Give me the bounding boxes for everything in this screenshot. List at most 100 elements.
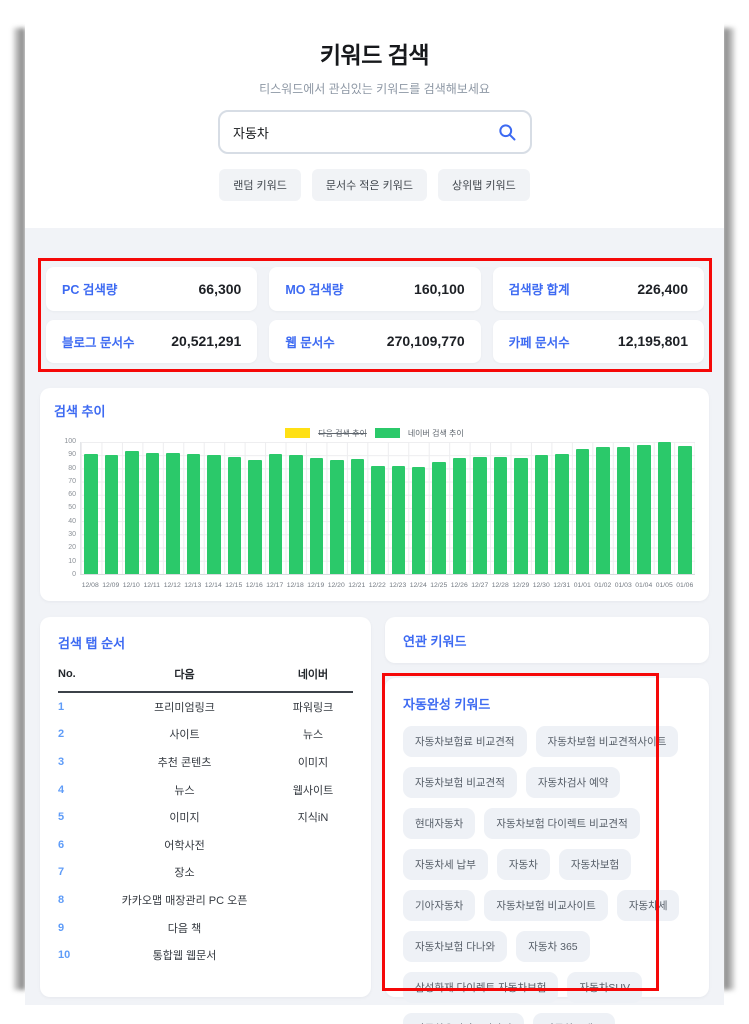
- table-row: 9다음 책: [58, 914, 353, 942]
- naver-trend-bar: [84, 454, 98, 574]
- autocomplete-keyword-chip[interactable]: 자동차보험 다이렉트 비교견적: [484, 808, 639, 839]
- naver-trend-bar: [146, 453, 160, 574]
- autocomplete-chip-list: 자동차보험료 비교견적 자동차보험 비교견적사이트자동차보험 비교견적 자동차검사 …: [403, 726, 691, 1024]
- autocomplete-keywords-card: 자동완성 키워드 자동차보험료 비교견적 자동차보험 비교견적사이트자동차보험 비…: [385, 678, 709, 997]
- naver-tab-cell: 웹사이트: [273, 782, 353, 798]
- naver-trend-bar: [432, 462, 446, 574]
- autocomplete-keyword-chip[interactable]: 자동차세 납부: [403, 849, 488, 880]
- autocomplete-keyword-chip[interactable]: 자동차세: [617, 890, 680, 921]
- stat-value: 270,109,770: [387, 333, 465, 349]
- y-tick-label: 90: [68, 451, 76, 458]
- naver-tab-cell: 이미지: [273, 754, 353, 770]
- autocomplete-keyword-chip[interactable]: 자동차보험 비교사이트: [484, 890, 608, 921]
- naver-trend-bar: [289, 455, 303, 574]
- bar-slot: [531, 442, 551, 574]
- x-tick-label: 12/13: [183, 582, 204, 589]
- bar-slot: [327, 442, 347, 574]
- y-tick-label: 40: [68, 518, 76, 525]
- autocomplete-keyword-chip[interactable]: 자동차보험: [559, 849, 631, 880]
- naver-trend-bar: [658, 442, 672, 574]
- related-keywords-title: 연관 키워드: [403, 631, 691, 650]
- x-tick-label: 01/02: [593, 582, 614, 589]
- autocomplete-keyword-chip[interactable]: 자동차보험 비교견적: [403, 767, 517, 798]
- naver-tab-cell: 뉴스: [273, 726, 353, 742]
- table-row: 2사이트뉴스: [58, 721, 353, 749]
- x-tick-label: 12/22: [367, 582, 388, 589]
- stat-card: 블로그 문서수20,521,291: [46, 320, 257, 364]
- column-header-daum: 다음: [96, 666, 273, 682]
- search-input[interactable]: [233, 125, 497, 140]
- x-tick-label: 12/11: [142, 582, 163, 589]
- stat-value: 160,100: [414, 281, 465, 297]
- legend-swatch[interactable]: [285, 428, 310, 438]
- bar-slot: [593, 442, 613, 574]
- bar-slot: [224, 442, 244, 574]
- legend-swatch[interactable]: [375, 428, 400, 438]
- bar-slot: [347, 442, 367, 574]
- x-tick-label: 12/28: [490, 582, 511, 589]
- stat-value: 226,400: [637, 281, 688, 297]
- autocomplete-keyword-chip[interactable]: 자동차검사 예약: [526, 767, 621, 798]
- bar-slot: [388, 442, 408, 574]
- autocomplete-keyword-chip[interactable]: 기아자동차: [403, 890, 475, 921]
- autocomplete-keyword-chip[interactable]: 자동차유리막코팅가격: [403, 1013, 524, 1024]
- autocomplete-keyword-chip[interactable]: 자동차보험료 비교견적: [403, 726, 527, 757]
- quick-keyword-button[interactable]: 문서수 적은 키워드: [312, 169, 427, 201]
- daum-tab-cell: 카카오맵 매장관리 PC 오픈: [96, 892, 273, 908]
- stat-value: 12,195,801: [618, 333, 688, 349]
- naver-tab-cell: 지식iN: [273, 809, 353, 825]
- row-number: 9: [58, 922, 96, 934]
- bar-slot: [122, 442, 142, 574]
- naver-trend-bar: [494, 457, 508, 574]
- row-number: 5: [58, 811, 96, 823]
- y-tick-label: 30: [68, 531, 76, 538]
- autocomplete-keyword-chip[interactable]: 현대자동차: [403, 808, 475, 839]
- naver-trend-bar: [330, 460, 344, 574]
- quick-keyword-button[interactable]: 랜덤 키워드: [219, 169, 301, 201]
- x-tick-label: 12/08: [80, 582, 101, 589]
- x-tick-label: 12/09: [101, 582, 122, 589]
- x-tick-label: 12/19: [306, 582, 327, 589]
- autocomplete-keyword-chip[interactable]: 삼성화재 다이렉트 자동차보험: [403, 972, 558, 1003]
- quick-keyword-button[interactable]: 상위탭 키워드: [438, 169, 530, 201]
- naver-trend-bar: [166, 453, 180, 574]
- daum-tab-cell: 사이트: [96, 726, 273, 742]
- naver-trend-bar: [248, 460, 262, 574]
- row-number: 3: [58, 756, 96, 768]
- naver-trend-bar: [105, 455, 119, 574]
- autocomplete-keyword-chip[interactable]: 자동차 365: [516, 931, 589, 962]
- row-number: 7: [58, 866, 96, 878]
- autocomplete-keyword-chip[interactable]: 자동차보험 다나와: [403, 931, 507, 962]
- autocomplete-title: 자동완성 키워드: [403, 694, 691, 713]
- naver-trend-bar: [269, 454, 283, 574]
- bar-slot: [81, 442, 101, 574]
- stat-card: MO 검색량160,100: [269, 267, 480, 311]
- tab-order-title: 검색 탭 순서: [58, 633, 353, 652]
- bar-slot: [183, 442, 203, 574]
- bar-slot: [265, 442, 285, 574]
- x-tick-label: 12/12: [162, 582, 183, 589]
- daum-tab-cell: 프리미엄링크: [96, 699, 273, 715]
- daum-tab-cell: 장소: [96, 864, 273, 880]
- naver-tab-cell: 파워링크: [273, 699, 353, 715]
- autocomplete-keyword-chip[interactable]: 자동차: [497, 849, 550, 880]
- x-tick-label: 12/31: [552, 582, 573, 589]
- stat-value: 20,521,291: [171, 333, 241, 349]
- bar-slot: [142, 442, 162, 574]
- search-icon[interactable]: [497, 122, 517, 142]
- stat-card: 검색량 합계226,400: [493, 267, 704, 311]
- bar-chart: 1009080706050403020100: [54, 442, 695, 578]
- legend-label[interactable]: 네이버 검색 추이: [408, 428, 464, 439]
- x-tick-label: 12/14: [203, 582, 224, 589]
- naver-trend-bar: [392, 466, 406, 574]
- keyword-search-box[interactable]: [218, 110, 532, 154]
- x-tick-label: 01/01: [572, 582, 593, 589]
- autocomplete-keyword-chip[interactable]: 자동차브랜드: [533, 1013, 615, 1024]
- autocomplete-keyword-chip[interactable]: 자동차SUV: [567, 972, 642, 1003]
- legend-label[interactable]: 다음 검색 추이: [318, 428, 367, 439]
- naver-trend-bar: [453, 458, 467, 574]
- x-tick-label: 12/27: [470, 582, 491, 589]
- quick-keyword-buttons: 랜덤 키워드 문서수 적은 키워드 상위탭 키워드: [25, 169, 724, 201]
- chart-title: 검색 추이: [54, 401, 695, 420]
- autocomplete-keyword-chip[interactable]: 자동차보험 비교견적사이트: [536, 726, 679, 757]
